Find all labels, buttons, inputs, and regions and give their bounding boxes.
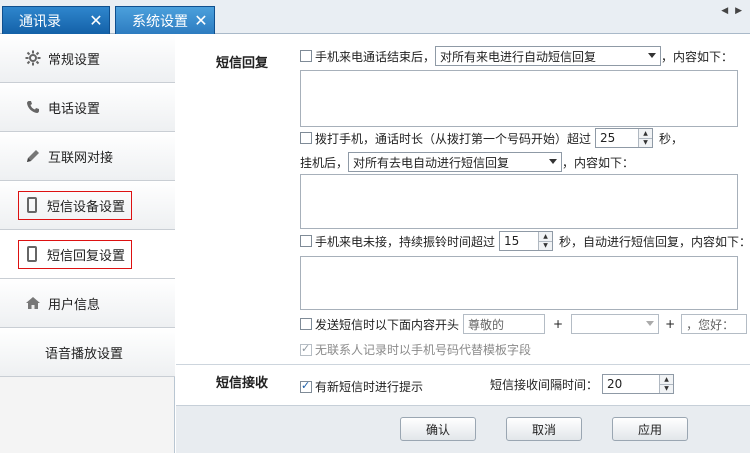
plus-sign: + xyxy=(665,317,676,331)
after-call-content-textarea[interactable] xyxy=(300,70,738,127)
sidebar-item-label: 用户信息 xyxy=(48,297,101,313)
confirm-button[interactable]: 确认 xyxy=(400,417,476,441)
missed-call-suffix: 秒，自动进行短信回复，内容如下： xyxy=(559,234,750,249)
sidebar-item-label: 短信回复设置 xyxy=(47,248,126,264)
receive-interval-row: 短信接收间隔时间： 20 ▲ ▼ xyxy=(490,374,675,394)
plus-sign: + xyxy=(553,317,564,331)
tab-scroll-arrows-icon[interactable]: ◀ ▶ xyxy=(721,6,744,16)
prefix-row: 发送短信时以下面内容开头 尊敬的 + + ，您好： xyxy=(300,314,748,334)
missed-seconds-stepper[interactable]: 15 ▲ ▼ xyxy=(499,231,554,251)
chevron-down-icon xyxy=(549,159,558,164)
receive-notify-checkbox[interactable] xyxy=(300,379,312,393)
tab-system-settings[interactable]: 系统设置 ✕ xyxy=(115,6,215,34)
stepper-up-icon[interactable]: ▲ xyxy=(660,375,674,385)
sidebar-item-label: 互联网对接 xyxy=(48,150,114,166)
receive-notify-row: 有新短信时进行提示 xyxy=(300,378,423,395)
highlight-box: 短信设备设置 xyxy=(18,190,133,220)
outgoing-label: 拨打手机，通话时长（从拨打第一个号码开始）超过 xyxy=(315,131,592,146)
prefix-greeting-field[interactable]: 尊敬的 xyxy=(463,314,546,334)
highlight-box: 短信回复设置 xyxy=(18,239,133,269)
missed-seconds-value: 15 xyxy=(504,234,520,248)
stepper-down-icon[interactable]: ▼ xyxy=(660,384,674,393)
close-icon[interactable]: ✕ xyxy=(192,11,210,30)
button-bar: 确认 取消 应用 xyxy=(176,405,750,453)
missed-call-content-textarea[interactable] xyxy=(300,256,738,310)
stepper-up-icon[interactable]: ▲ xyxy=(639,129,653,139)
settings-sidebar: 常规设置 电话设置 互联网对接 短信设备设置 短信回复设置 用户信息 语音播放设… xyxy=(0,34,175,453)
outgoing-content-textarea[interactable] xyxy=(300,174,738,229)
tab-contacts-label: 通讯录 xyxy=(19,13,61,30)
home-icon xyxy=(24,294,42,312)
outgoing-checkbox[interactable] xyxy=(300,132,312,144)
outgoing-select-value: 对所有去电自动进行短信回复 xyxy=(353,155,510,170)
receive-interval-stepper[interactable]: 20 ▲ ▼ xyxy=(602,374,675,394)
tab-contacts[interactable]: 通讯录 ✕ xyxy=(2,6,110,34)
tab-bar: 通讯录 ✕ 系统设置 ✕ ◀ ▶ xyxy=(0,0,750,34)
sidebar-item-sms-device[interactable]: 短信设备设置 xyxy=(0,181,175,230)
template-label: 无联系人记录时以手机号码代替模板字段 xyxy=(315,343,532,357)
missed-call-checkbox[interactable] xyxy=(300,235,312,247)
section-divider xyxy=(176,364,750,365)
stepper-down-icon[interactable]: ▼ xyxy=(639,138,653,147)
mobile-phone-icon xyxy=(23,196,41,214)
stepper-down-icon[interactable]: ▼ xyxy=(539,241,553,250)
phone-handset-icon xyxy=(24,98,42,116)
after-call-select[interactable]: 对所有来电进行自动短信回复 xyxy=(435,46,662,66)
sidebar-item-label: 语音播放设置 xyxy=(45,346,124,362)
outgoing-row: 拨打手机，通话时长（从拨打第一个号码开始）超过 25 ▲ ▼ 秒， xyxy=(300,128,683,148)
stepper-up-icon[interactable]: ▲ xyxy=(539,232,553,242)
template-row: 无联系人记录时以手机号码代替模板字段 xyxy=(300,341,531,358)
sidebar-item-label: 短信设备设置 xyxy=(47,199,126,215)
chevron-down-icon xyxy=(646,321,655,326)
close-icon[interactable]: ✕ xyxy=(87,11,105,30)
receive-interval-value: 20 xyxy=(607,377,623,391)
after-call-label: 手机来电通话结束后， xyxy=(315,49,436,64)
sms-reply-settings-panel: 短信回复 手机来电通话结束后， 对所有来电进行自动短信回复 ，内容如下： 拨打手… xyxy=(176,34,750,453)
prefix-suffix-field[interactable]: ，您好： xyxy=(681,314,748,334)
tab-system-settings-label: 系统设置 xyxy=(132,13,188,30)
outgoing-suffix: ，内容如下： xyxy=(562,155,635,170)
sidebar-item-general[interactable]: 常规设置 xyxy=(0,34,175,83)
receive-notify-label: 有新短信时进行提示 xyxy=(315,380,424,394)
chevron-down-icon xyxy=(648,53,657,58)
missed-call-label: 手机来电未接，持续振铃时间超过 xyxy=(315,234,496,249)
outgoing-unit: 秒， xyxy=(659,131,684,146)
outgoing-seconds-value: 25 xyxy=(600,131,616,145)
pencil-icon xyxy=(24,147,42,165)
prefix-field-select[interactable] xyxy=(571,314,660,334)
missed-call-row: 手机来电未接，持续振铃时间超过 15 ▲ ▼ 秒，自动进行短信回复，内容如下： xyxy=(300,231,750,251)
cancel-button[interactable]: 取消 xyxy=(506,417,582,441)
section-sms-reply-label: 短信回复 xyxy=(216,56,269,71)
prefix-label: 发送短信时以下面内容开头 xyxy=(315,317,460,332)
sidebar-item-internet[interactable]: 互联网对接 xyxy=(0,132,175,181)
after-call-select-value: 对所有来电进行自动短信回复 xyxy=(440,49,597,64)
after-call-row: 手机来电通话结束后， 对所有来电进行自动短信回复 ，内容如下： xyxy=(300,46,733,66)
outgoing-hangup-label: 挂机后， xyxy=(300,155,349,170)
sidebar-item-label: 电话设置 xyxy=(48,101,101,117)
receive-interval-label: 短信接收间隔时间： xyxy=(490,377,599,392)
after-call-checkbox[interactable] xyxy=(300,50,312,62)
prefix-checkbox[interactable] xyxy=(300,318,312,330)
sidebar-item-phone[interactable]: 电话设置 xyxy=(0,83,175,132)
sidebar-item-user-info[interactable]: 用户信息 xyxy=(0,279,175,328)
section-sms-receive-label: 短信接收 xyxy=(216,376,269,391)
template-checkbox[interactable] xyxy=(300,342,312,356)
apply-button[interactable]: 应用 xyxy=(612,417,688,441)
sidebar-item-label: 常规设置 xyxy=(48,52,101,68)
sidebar-item-voice[interactable]: 语音播放设置 xyxy=(0,328,175,377)
sidebar-item-sms-reply[interactable]: 短信回复设置 xyxy=(0,230,175,279)
after-call-suffix: ，内容如下： xyxy=(661,49,734,64)
outgoing-seconds-stepper[interactable]: 25 ▲ ▼ xyxy=(595,128,654,148)
gear-icon xyxy=(24,49,42,67)
mobile-phone-icon xyxy=(23,245,41,263)
outgoing-hangup-row: 挂机后， 对所有去电自动进行短信回复 ，内容如下： xyxy=(300,152,634,172)
outgoing-select[interactable]: 对所有去电自动进行短信回复 xyxy=(348,152,563,172)
